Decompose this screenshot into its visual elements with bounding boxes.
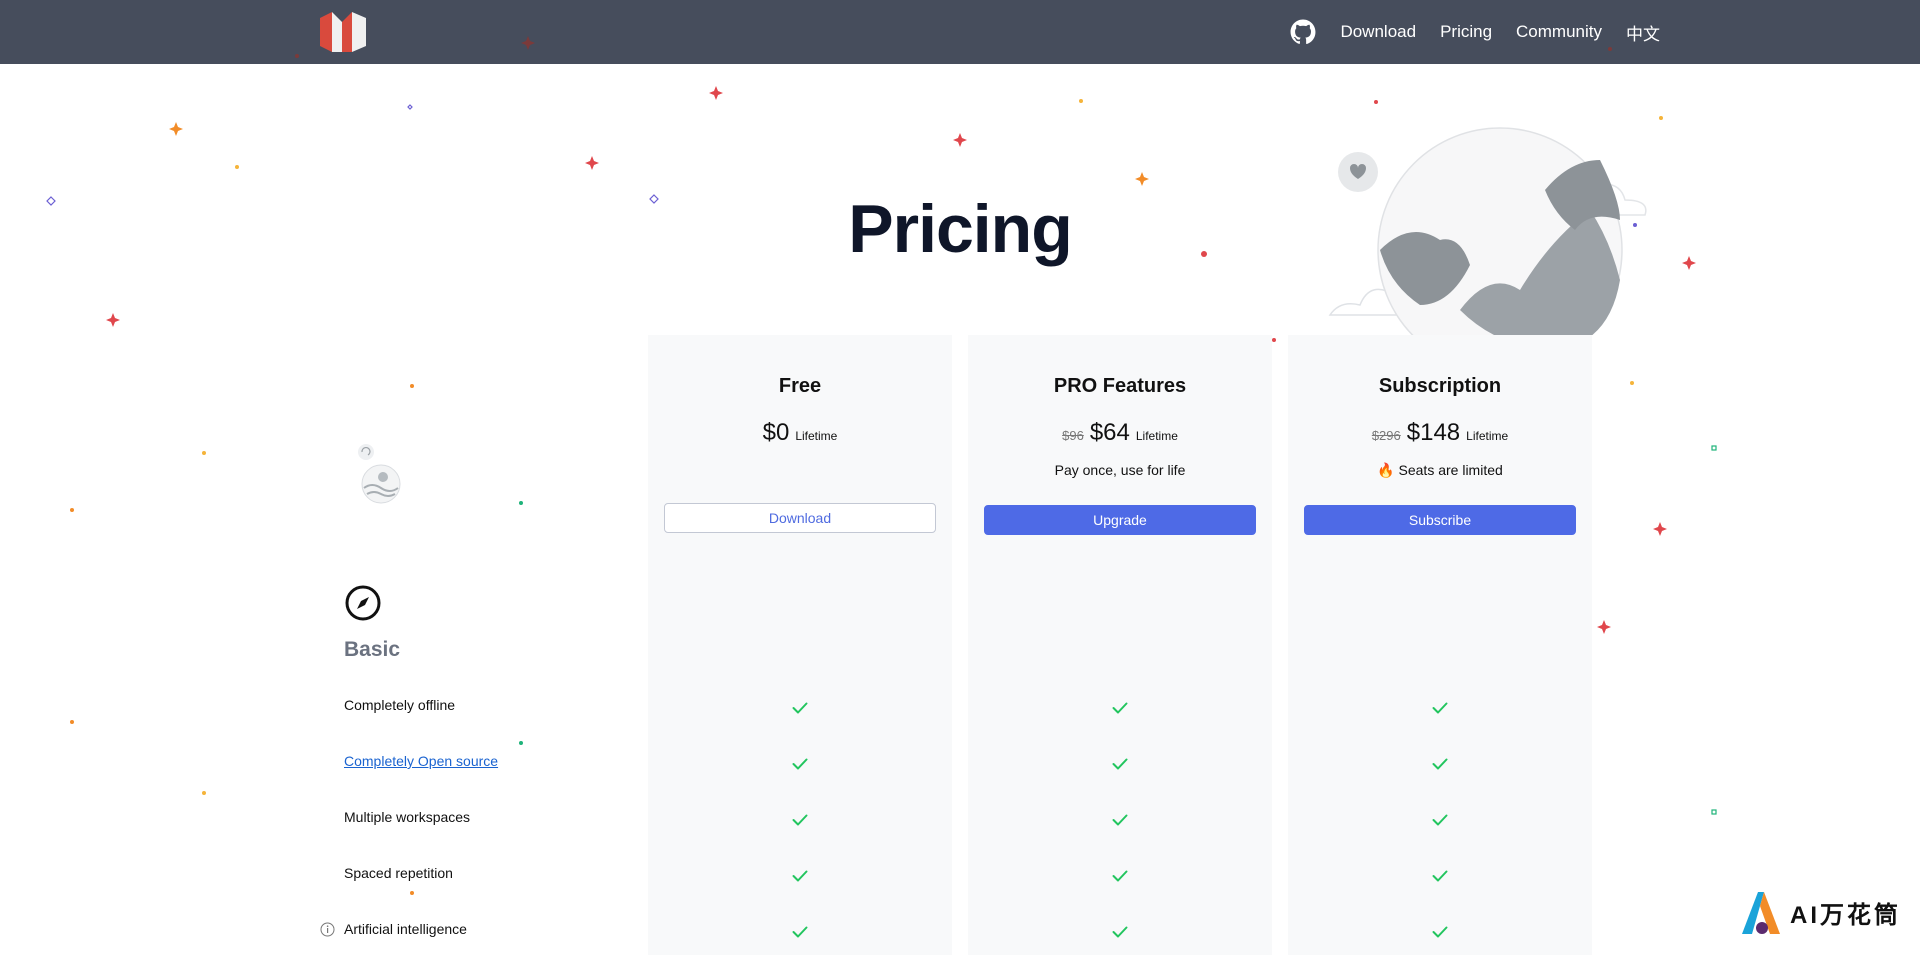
compass-icon: [344, 584, 382, 622]
plan-period: Lifetime: [1135, 429, 1178, 443]
plan-column-subscription: Subscription $296 $148 Lifetime 🔥 Seats …: [1288, 335, 1592, 955]
check-icon: [1432, 869, 1448, 882]
nav-pricing-link[interactable]: Pricing: [1440, 22, 1492, 42]
nav-community-link[interactable]: Community: [1516, 22, 1602, 42]
nav-download-link[interactable]: Download: [1340, 22, 1416, 42]
plan-note: Pay once, use for life: [1054, 462, 1186, 478]
check-icon: [1432, 925, 1448, 938]
check-icon: [1112, 869, 1128, 882]
check-icon: [1112, 701, 1128, 714]
small-avatar-icon: [357, 443, 375, 461]
section-title: Basic: [344, 638, 401, 661]
check-icon: [1432, 701, 1448, 714]
app-logo-icon[interactable]: [318, 12, 370, 52]
avatar-illustration: [361, 464, 401, 504]
upgrade-button[interactable]: Upgrade: [984, 505, 1256, 535]
nav-language-link[interactable]: 中文: [1626, 20, 1660, 45]
plan-price: $0: [762, 419, 790, 446]
plan-period: Lifetime: [795, 429, 838, 443]
plan-price: $148: [1406, 419, 1461, 446]
check-icon: [792, 869, 808, 882]
open-source-link[interactable]: Completely Open source: [344, 753, 498, 769]
check-icon: [792, 701, 808, 714]
github-icon[interactable]: [1290, 19, 1316, 45]
plan-price: $64: [1089, 419, 1130, 446]
watermark-text: AI万花筒: [1790, 901, 1901, 929]
plan-period: Lifetime: [1466, 429, 1509, 443]
check-icon: [1432, 813, 1448, 826]
plan-name: Subscription: [1378, 375, 1502, 397]
feature-label: Completely offline: [344, 697, 456, 713]
plan-column-free: Free $0 Lifetime Download: [648, 335, 952, 955]
check-icon: [792, 813, 808, 826]
check-icon: [1432, 757, 1448, 770]
check-icon: [1112, 757, 1128, 770]
plan-note: 🔥 Seats are limited: [1377, 462, 1503, 478]
subscribe-button[interactable]: Subscribe: [1304, 505, 1576, 535]
check-icon: [1112, 925, 1128, 938]
page-title: Pricing: [848, 191, 1073, 267]
plan-old-price: $296: [1371, 428, 1401, 443]
feature-label: Artificial intelligence: [344, 921, 467, 937]
info-icon[interactable]: [320, 922, 335, 937]
check-icon: [1112, 813, 1128, 826]
top-navbar: Download Pricing Community 中文: [0, 0, 1920, 64]
plan-name: PRO Features: [1053, 375, 1187, 397]
feature-label: Spaced repetition: [344, 865, 453, 881]
plan-column-pro: PRO Features $96 $64 Lifetime Pay once, …: [968, 335, 1272, 955]
watermark: AI万花筒: [1740, 888, 1901, 936]
download-button[interactable]: Download: [664, 503, 936, 533]
plan-old-price: $96: [1062, 428, 1084, 443]
plan-name: Free: [778, 375, 822, 397]
check-icon: [792, 757, 808, 770]
check-icon: [792, 925, 808, 938]
feature-label: Multiple workspaces: [344, 809, 471, 825]
watermark-logo-icon: [1742, 892, 1780, 934]
